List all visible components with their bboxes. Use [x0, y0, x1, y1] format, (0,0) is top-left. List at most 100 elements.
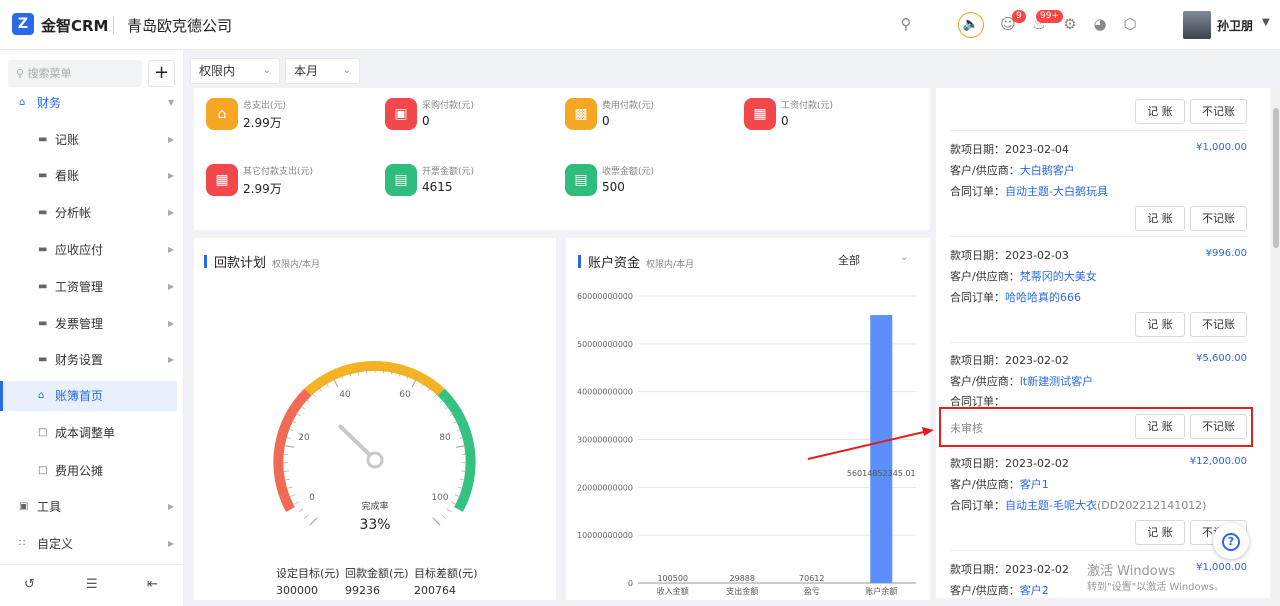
sidebar-item-cost-adjust[interactable]: □ 成本调整单: [0, 418, 177, 448]
divider: [950, 448, 1247, 449]
pie-chart-icon[interactable]: ◕: [1090, 14, 1110, 34]
add-button[interactable]: +: [148, 60, 175, 87]
scrollbar[interactable]: [1272, 88, 1280, 598]
sidebar-item-jizhang[interactable]: ▬ 记账 ▶: [0, 125, 177, 155]
menu-label: 工具: [37, 500, 62, 514]
divider: [113, 16, 114, 34]
record-amount: ¥12,000.00: [1189, 456, 1247, 467]
sidebar-item-analysis[interactable]: ▬ 分析帐 ▶: [0, 198, 177, 228]
cube-icon[interactable]: ⬡: [1120, 14, 1140, 34]
sliders-icon[interactable]: ☰: [86, 577, 98, 592]
book-button[interactable]: 记 账: [1135, 312, 1185, 337]
stat-label: 费用付款(元): [602, 101, 655, 111]
stat-label: 收票金额(元): [602, 167, 655, 177]
gauge-chart: 0 20 40 60 80 100 完成率 33%: [273, 360, 476, 533]
menu-label: 看账: [55, 169, 80, 183]
menu-label: 成本调整单: [55, 426, 116, 440]
bar[interactable]: [870, 315, 893, 583]
gauge-tick: [300, 405, 305, 410]
y-tick-label: 60000000000: [577, 292, 633, 301]
order-link[interactable]: 自动主题-毛呢大衣: [1005, 499, 1097, 512]
no-book-button[interactable]: 不记账: [1190, 312, 1247, 337]
divider: [950, 342, 1247, 343]
stat-fee-pay: ▩ 费用付款(元) 0: [565, 98, 725, 138]
customer-link[interactable]: 客户2: [1020, 584, 1049, 597]
history-icon[interactable]: ↺: [24, 577, 35, 592]
folder-icon: ▬: [38, 244, 48, 255]
book-button[interactable]: 记 账: [1135, 99, 1185, 124]
scope-value: 权限内: [199, 64, 236, 78]
stat-value: 0: [602, 114, 610, 128]
record-date: 款项日期：2023-02-03: [950, 249, 1069, 262]
menu-label: 费用公摊: [55, 464, 104, 478]
scope-select[interactable]: 权限内 ⌄: [190, 58, 280, 84]
expense-icon: ⌂: [206, 98, 238, 130]
sidebar-item-tools[interactable]: ▣ 工具 ▶: [0, 492, 177, 522]
chevron-down-icon[interactable]: ▼: [1262, 17, 1270, 28]
sidebar-item-custom[interactable]: ∷ 自定义 ▶: [0, 529, 177, 559]
book-button[interactable]: 记 账: [1135, 520, 1185, 545]
gauge-arc-high: [437, 388, 476, 512]
bar-value-label: 29888: [730, 574, 755, 583]
sidebar-item-invoice[interactable]: ▬ 发票管理 ▶: [0, 309, 177, 339]
gauge-tick: [303, 515, 309, 519]
sidebar-item-settings[interactable]: ▬ 财务设置 ▶: [0, 345, 177, 375]
home-icon: ⌂: [38, 390, 45, 401]
top-header: Z 金智CRM 青岛欧克德公司 ⚲ 🔈 ☺ 9 ♨ 99+ ⚙ ◕ ⬡ 孙卫朋 …: [0, 0, 1280, 50]
scrollbar-thumb[interactable]: [1273, 108, 1279, 248]
gauge-tick: [295, 412, 301, 417]
folder-icon: ▬: [38, 354, 48, 365]
y-tick-label: 30000000000: [577, 436, 633, 445]
chevron-down-icon: ⌄: [262, 65, 271, 76]
app-logo[interactable]: 金智CRM: [41, 15, 109, 36]
sidebar-item-kanzhang[interactable]: ▬ 看账 ▶: [0, 161, 177, 191]
order-link[interactable]: 哈哈哈真的666: [1005, 291, 1081, 304]
chevron-right-icon: ▶: [168, 282, 175, 291]
menu-search-input[interactable]: ⚲ 搜索菜单: [8, 60, 142, 87]
chevron-right-icon: ▶: [168, 355, 175, 364]
no-book-button[interactable]: 不记账: [1190, 99, 1247, 124]
summary-value-collected: 99236: [345, 584, 380, 597]
menu-group-finance[interactable]: ⌂ 财务 ▼: [0, 88, 177, 118]
y-tick-label: 50000000000: [577, 340, 633, 349]
speaker-icon[interactable]: 🔈: [958, 12, 984, 38]
collapse-menu-icon[interactable]: ⇤: [147, 577, 158, 592]
customer-link[interactable]: 大白鹅客户: [1020, 164, 1075, 177]
stats-card: ⌂ 总支出(元) 2.99万 ▣ 采购付款(元) 0 ▩ 费用付款(元) 0 ▦ 工资付款(元…: [194, 88, 930, 230]
gauge-tick: [459, 478, 465, 481]
order-label: 合同订单：: [950, 291, 1005, 304]
customer-label: 客户/供应商：: [950, 164, 1020, 177]
order-link[interactable]: 自动主题-大白鹅玩具: [1005, 185, 1108, 198]
gauge-tick: [454, 494, 460, 497]
customer-label: 客户/供应商：: [950, 270, 1020, 283]
sidebar-item-salary[interactable]: ▬ 工资管理 ▶: [0, 272, 177, 302]
gauge-pivot: [366, 451, 384, 469]
user-name[interactable]: 孙卫朋: [1217, 17, 1253, 34]
divider: [950, 550, 1247, 551]
summary-value-target: 300000: [276, 584, 318, 597]
search-icon[interactable]: ⚲: [896, 14, 916, 34]
sidebar-item-receivable[interactable]: ▬ 应收应付 ▶: [0, 235, 177, 265]
stat-invoice-received: ▤ 收票金额(元) 500: [565, 164, 725, 204]
gauge-tick: [284, 445, 295, 448]
summary-header-diff: 目标差额(元): [414, 567, 478, 580]
document-icon: □: [38, 427, 48, 438]
gear-icon[interactable]: ⚙: [1060, 14, 1080, 34]
customer-link[interactable]: 客户1: [1020, 478, 1049, 491]
record-list-panel: 记 账 不记账 款项日期：2023-02-04 ¥1,000.00 客户/供应商…: [936, 88, 1270, 598]
gauge-tick: [294, 501, 299, 505]
avatar[interactable]: [1183, 11, 1211, 39]
stat-value: 500: [602, 180, 625, 194]
customer-link[interactable]: 梵蒂冈的大美女: [1020, 270, 1097, 283]
briefcase-icon: ▣: [19, 501, 29, 512]
chevron-down-icon: ⌄: [342, 65, 351, 76]
period-select[interactable]: 本月 ⌄: [285, 58, 360, 84]
task-badge: 9: [1012, 10, 1026, 23]
account-funds-card: 账户资金 权限内/本月 全部 ⌄ 0 10000000000 20000000000 30…: [566, 238, 930, 600]
sidebar-item-cost-share[interactable]: □ 费用公摊: [0, 456, 177, 486]
book-button[interactable]: 记 账: [1135, 206, 1185, 231]
help-button[interactable]: ?: [1213, 523, 1249, 559]
customer-link[interactable]: lt新建测试客户: [1020, 375, 1093, 388]
no-book-button[interactable]: 不记账: [1190, 206, 1247, 231]
sidebar-item-ledger-home[interactable]: ⌂ 账簿首页: [0, 381, 177, 411]
